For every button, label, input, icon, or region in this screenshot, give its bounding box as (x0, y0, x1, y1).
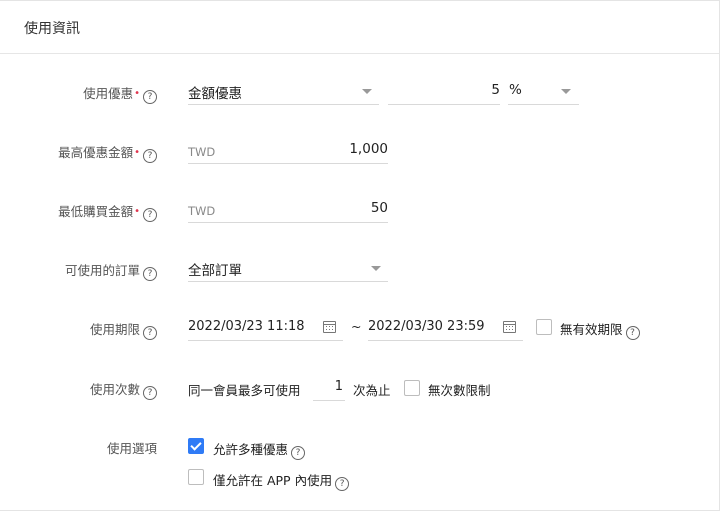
help-icon[interactable]: ? (143, 90, 157, 104)
currency-label: TWD (188, 204, 216, 218)
no-limit-checkbox[interactable] (536, 319, 552, 335)
discount-amount-input[interactable]: 5 (388, 78, 500, 105)
allow-multiple-label: 允許多種優惠? (213, 439, 306, 460)
period-label-text: 使用期限 (89, 322, 140, 337)
usage-discount-label-text: 使用優惠 (83, 86, 134, 101)
max-discount-label: 最高優惠金額•? (0, 142, 157, 163)
usage-count-value: 1 (334, 379, 343, 394)
date-separator: ~ (351, 319, 362, 334)
discount-unit-value: % (509, 82, 522, 98)
discount-amount-value: 5 (491, 82, 500, 98)
orders-value: 全部訂單 (188, 263, 242, 279)
end-date-value: 2022/03/30 23:59 (368, 319, 485, 334)
usage-count-label: 使用次數? (0, 379, 157, 400)
no-limit-label-text: 無有效期限 (560, 322, 623, 337)
usage-discount-label: 使用優惠•? (0, 83, 157, 104)
max-discount-label-text: 最高優惠金額 (58, 145, 134, 160)
min-purchase-label: 最低購買金額•? (0, 201, 157, 222)
calendar-icon[interactable] (503, 321, 516, 333)
help-icon[interactable]: ? (143, 208, 157, 222)
help-icon[interactable]: ? (143, 149, 157, 163)
chevron-down-icon (371, 266, 381, 271)
help-icon[interactable]: ? (143, 386, 157, 400)
discount-type-select[interactable]: 金額優惠 (188, 78, 379, 105)
help-icon[interactable]: ? (143, 326, 157, 340)
help-icon[interactable]: ? (335, 477, 350, 491)
start-date-input[interactable]: 2022/03/23 11:18 (188, 314, 343, 341)
calendar-icon[interactable] (323, 321, 336, 333)
max-discount-input[interactable]: TWD 1,000 (188, 137, 388, 164)
unlimited-label: 無次數限制 (428, 383, 491, 398)
orders-label: 可使用的訂單? (0, 260, 157, 281)
required-mark: • (134, 206, 140, 217)
options-label-text: 使用選項 (106, 441, 157, 456)
help-icon[interactable]: ? (143, 267, 157, 281)
no-limit-label: 無有效期限? (560, 319, 640, 340)
discount-type-value: 金額優惠 (188, 86, 242, 102)
end-date-input[interactable]: 2022/03/30 23:59 (368, 314, 523, 341)
allow-multiple-label-text: 允許多種優惠 (213, 442, 289, 457)
start-date-value: 2022/03/23 11:18 (188, 319, 305, 334)
usage-count-prefix: 同一會員最多可使用 (188, 383, 301, 398)
usage-info-panel: 使用資訊 使用優惠•? 金額優惠 5 % 最高優惠金額•? TWD 1,000 … (0, 0, 720, 511)
help-icon[interactable]: ? (291, 446, 306, 460)
app-only-checkbox[interactable] (188, 469, 204, 485)
chevron-down-icon (362, 89, 372, 94)
usage-count-label-text: 使用次數 (89, 382, 140, 397)
max-discount-value: 1,000 (349, 141, 388, 157)
panel-header: 使用資訊 (0, 1, 719, 54)
min-purchase-value: 50 (370, 200, 388, 216)
usage-count-suffix: 次為止 (353, 383, 391, 398)
currency-label: TWD (188, 145, 216, 159)
app-only-label: 僅允許在 APP 內使用? (213, 470, 350, 491)
chevron-down-icon (561, 89, 571, 94)
orders-label-text: 可使用的訂單 (64, 263, 140, 278)
help-icon[interactable]: ? (625, 326, 640, 340)
required-mark: • (134, 88, 140, 99)
discount-unit-select[interactable]: % (508, 78, 579, 105)
unlimited-checkbox[interactable] (404, 380, 420, 396)
period-label: 使用期限? (0, 319, 157, 340)
min-purchase-input[interactable]: TWD 50 (188, 196, 388, 223)
min-purchase-label-text: 最低購買金額 (58, 204, 134, 219)
orders-select[interactable]: 全部訂單 (188, 255, 388, 282)
allow-multiple-checkbox[interactable] (188, 438, 204, 454)
panel-title: 使用資訊 (24, 21, 80, 37)
options-label: 使用選項 (0, 438, 157, 457)
required-mark: • (134, 147, 140, 158)
usage-count-input[interactable]: 1 (313, 374, 345, 401)
app-only-label-text: 僅允許在 APP 內使用 (213, 473, 333, 488)
